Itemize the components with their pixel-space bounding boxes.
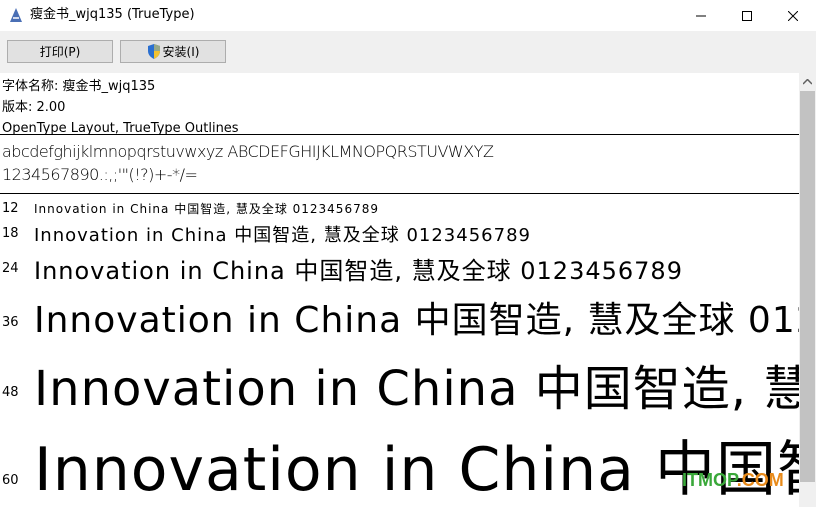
sample-row-18: 18 Innovation in China 中国智造, 慧及全球 012345… (0, 219, 799, 249)
font-preview-area: 字体名称: 瘦金书_wjq135 版本: 2.00 OpenType Layou… (0, 73, 799, 507)
charset-line-1: abcdefghijklmnopqrstuvwxyz ABCDEFGHIJKLM… (2, 142, 494, 161)
print-button-label: 打印(P) (39, 45, 81, 59)
watermark-suffix: .COM (736, 470, 784, 490)
font-app-icon (10, 8, 22, 22)
scroll-up-button[interactable] (799, 73, 816, 90)
maximize-button[interactable] (724, 0, 770, 31)
sample-row-12: 12 Innovation in China 中国智造, 慧及全球 012345… (0, 197, 799, 219)
title-bar: 瘦金书_wjq135 (TrueType) (0, 0, 816, 31)
uac-shield-icon (147, 44, 160, 59)
sample-text: Innovation in China 中国智造, 慧及全球 012345678… (34, 202, 379, 216)
sample-text: Innovation in China 中国智造, 慧及全球 012345678… (34, 435, 799, 505)
font-outline-type: OpenType Layout, TrueType Outlines (2, 121, 239, 136)
sample-row-48: 48 Innovation in China 中国智造, 慧及全球 012345… (0, 343, 799, 415)
minimize-button[interactable] (678, 0, 724, 31)
divider (0, 193, 799, 194)
vertical-scrollbar[interactable] (799, 73, 816, 507)
font-version: 版本: 2.00 (2, 100, 66, 115)
sample-row-24: 24 Innovation in China 中国智造, 慧及全球 012345… (0, 249, 799, 285)
sample-text: Innovation in China 中国智造, 慧及全球 012345678… (34, 300, 799, 341)
sample-row-36: 36 Innovation in China 中国智造, 慧及全球 012345… (0, 285, 799, 343)
sample-row-60: 60 Innovation in China 中国智造, 慧及全球 012345… (0, 415, 799, 507)
sample-size-label: 18 (2, 226, 19, 241)
sample-size-label: 36 (2, 315, 19, 330)
sample-size-label: 12 (2, 201, 19, 216)
sample-text: Innovation in China 中国智造, 慧及全球 012345678… (34, 361, 799, 415)
font-info: 字体名称: 瘦金书_wjq135 版本: 2.00 OpenType Layou… (2, 76, 239, 139)
font-name: 字体名称: 瘦金书_wjq135 (2, 79, 156, 94)
sample-text: Innovation in China 中国智造, 慧及全球 012345678… (34, 225, 531, 246)
watermark: ITMOP.COM (682, 470, 784, 491)
maximize-icon (742, 10, 752, 21)
window-title: 瘦金书_wjq135 (TrueType) (30, 7, 195, 22)
charset-line-2: 1234567890.:,;'"(!?)+-*/= (2, 165, 198, 184)
install-button-label: 安装(I) (162, 45, 200, 59)
toolbar: 打印(P) 安装(I) (0, 31, 816, 73)
scroll-thumb[interactable] (800, 91, 815, 482)
close-button[interactable] (770, 0, 816, 31)
print-button[interactable]: 打印(P) (7, 40, 113, 63)
divider (0, 134, 799, 135)
sample-text: Innovation in China 中国智造, 慧及全球 012345678… (34, 257, 683, 285)
sample-size-label: 60 (2, 473, 19, 488)
chevron-up-icon (803, 78, 812, 85)
close-icon (788, 10, 798, 21)
sample-size-label: 48 (2, 385, 19, 400)
minimize-icon (696, 15, 706, 16)
sample-size-label: 24 (2, 261, 19, 276)
watermark-text: ITMOP (682, 470, 737, 490)
install-button[interactable]: 安装(I) (120, 40, 226, 63)
